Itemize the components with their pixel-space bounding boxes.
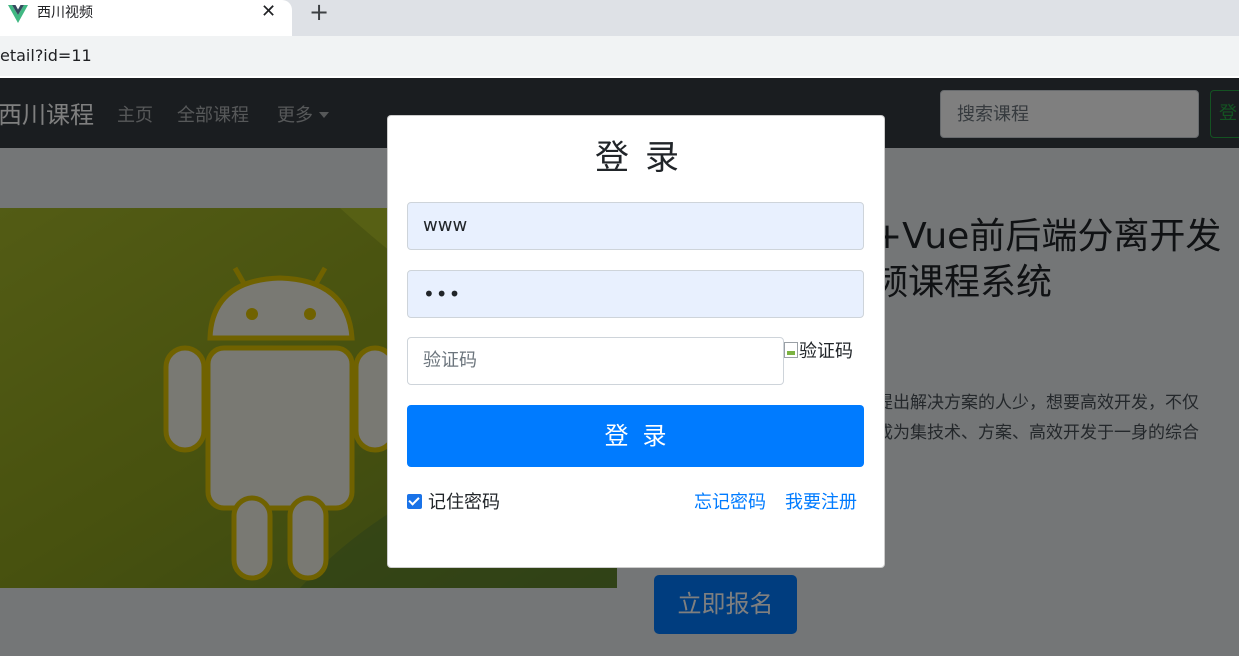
new-tab-icon[interactable]: + [309, 0, 329, 26]
url-text[interactable]: etail?id=11 [0, 45, 92, 67]
register-link[interactable]: 我要注册 [785, 491, 857, 515]
captcha-image-alt: 验证码 [799, 341, 853, 362]
web-page: 西川课程 主页 全部课程 更多 登 [0, 78, 1239, 656]
password-field[interactable]: ••• [407, 270, 864, 318]
captcha-input[interactable]: 验证码 [407, 337, 784, 385]
vue-logo-icon [8, 5, 28, 23]
remember-label: 记住密码 [428, 492, 500, 513]
tab-close-icon[interactable]: ✕ [261, 1, 276, 23]
remember-password[interactable]: 记住密码 [407, 491, 500, 515]
remember-checkbox[interactable] [407, 494, 422, 509]
browser-tab[interactable]: 西川视频 ✕ [0, 0, 292, 36]
login-submit-button[interactable]: 登录 [407, 405, 864, 467]
username-field[interactable]: www [407, 202, 864, 250]
tab-title: 西川视频 [37, 5, 93, 21]
forgot-password-link[interactable]: 忘记密码 [694, 491, 766, 515]
browser-tab-strip: 西川视频 ✕ + [0, 0, 1239, 36]
captcha-image[interactable]: 验证码 [784, 340, 853, 364]
broken-image-icon [784, 342, 798, 358]
modal-title: 登录 [595, 138, 695, 178]
login-modal: 登录 www ••• 验证码 验证码 登录 记住密码 忘记密码 我要注册 [387, 115, 885, 568]
address-bar[interactable]: etail?id=11 [0, 36, 1239, 76]
